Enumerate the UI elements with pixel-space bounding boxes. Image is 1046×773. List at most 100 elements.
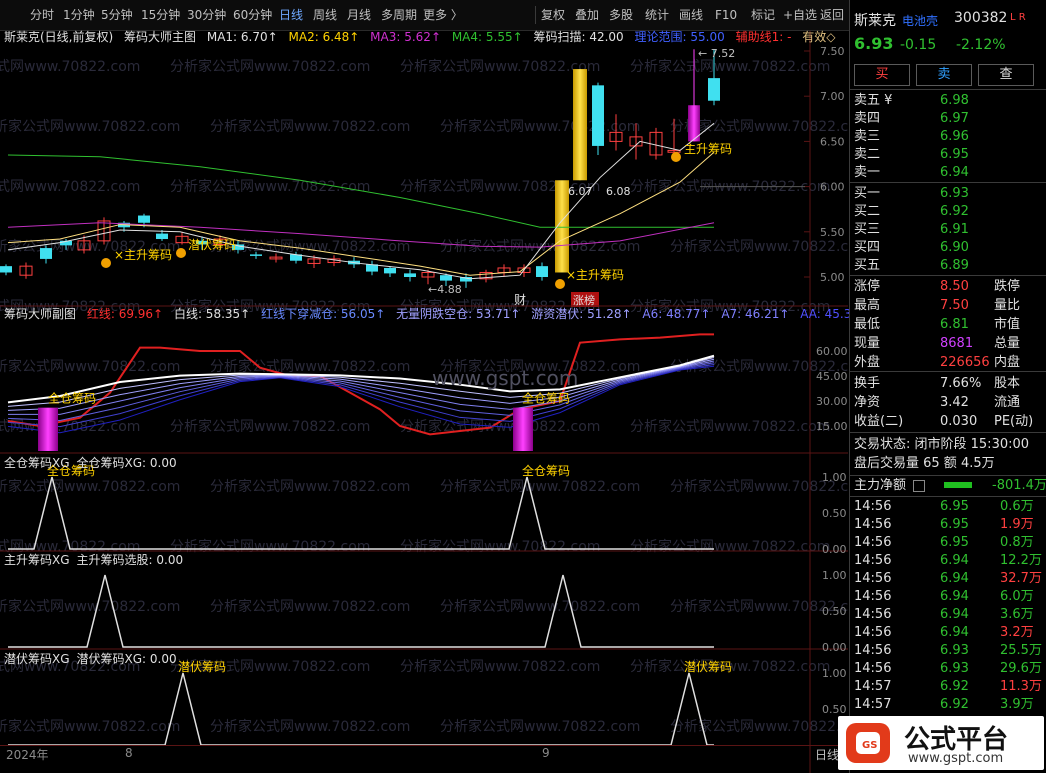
stock-flags: L R bbox=[1010, 12, 1026, 23]
price-change-pct: -2.12% bbox=[956, 37, 1006, 53]
stat-row: 现量 8681 总量 bbox=[854, 335, 1044, 353]
tick-row: 14:56 6.95 0.6万 bbox=[854, 498, 1044, 516]
sell-button[interactable]: 卖 bbox=[916, 64, 972, 86]
tick-time: 14:56 bbox=[854, 517, 892, 532]
stat-value: 226656 bbox=[940, 355, 990, 370]
period-tab-fenshi[interactable]: 分时 bbox=[30, 6, 54, 24]
buy-button[interactable]: 买 bbox=[854, 64, 910, 86]
price-label-608: 6.08 bbox=[606, 185, 631, 198]
stat2-label-right: 流通 bbox=[994, 395, 1021, 410]
ask-level-label: 卖一 bbox=[854, 165, 881, 180]
tick-row: 14:57 6.92 3.9万 bbox=[854, 696, 1044, 714]
xg-peak-label: 全仓筹码 bbox=[522, 463, 570, 478]
indicator-name[interactable]: 筹码大师主图 bbox=[124, 30, 196, 44]
zone-value: 理论范围: 55.00 bbox=[634, 30, 725, 44]
sub-item-1: 白线: 58.35↑ bbox=[173, 307, 251, 321]
bid-level-label: 买二 bbox=[854, 204, 881, 219]
period-tab-weekly[interactable]: 周线 bbox=[313, 6, 337, 24]
stat-label-right: 跌停 bbox=[994, 279, 1021, 294]
tick-time: 14:56 bbox=[854, 499, 892, 514]
price-axis-label: 5.50 bbox=[820, 226, 845, 239]
tick-price: 6.94 bbox=[940, 607, 969, 622]
watermark-text: 分析家公式网www.70822.com bbox=[0, 358, 180, 375]
price-label-607: 6.07 bbox=[568, 185, 593, 198]
xg-name-2[interactable]: 潜伏筹码XG bbox=[4, 652, 70, 666]
stock-period-title: 斯莱克(日线,前复权) bbox=[4, 30, 114, 44]
candle-body bbox=[440, 275, 452, 281]
ask-price: 6.97 bbox=[940, 111, 969, 126]
stats-button[interactable]: 统计 bbox=[645, 6, 669, 24]
date-axis: 2024年 8 9 日线 bbox=[0, 745, 848, 773]
bid-row: 买三 6.91 bbox=[854, 221, 1044, 239]
candle-body bbox=[573, 69, 587, 181]
watermark-text: 分析家公式网www.70822.com bbox=[0, 478, 180, 495]
sub-item-2: 红线下穿减仓: 56.05↑ bbox=[261, 307, 386, 321]
candle-body bbox=[708, 78, 720, 101]
add-watchlist-button[interactable]: +自选 bbox=[783, 6, 817, 24]
multi-stock-button[interactable]: 多股 bbox=[609, 6, 633, 24]
stock-tag[interactable]: 电池壳 bbox=[902, 12, 938, 29]
query-button[interactable]: 查 bbox=[978, 64, 1034, 86]
watermark-text: 分析家公式网www.70822.com bbox=[400, 538, 600, 555]
fq-button[interactable]: 复权 bbox=[541, 6, 565, 24]
main-flow-icon[interactable] bbox=[913, 479, 926, 492]
date-axis-period[interactable]: 日线 bbox=[815, 746, 839, 763]
xg-name-1[interactable]: 主升筹码XG bbox=[4, 553, 70, 567]
watermark-text: 分析家公式网www.70822.com bbox=[400, 658, 600, 675]
xg-axis-label: 1.00 bbox=[822, 667, 847, 680]
stat2-row: 净资 3.42 流通 bbox=[854, 394, 1044, 412]
watermark-text: 分析家公式网www.70822.com bbox=[0, 598, 180, 615]
xg-name-0[interactable]: 全仓筹码XG bbox=[4, 456, 70, 470]
sub-label-qc-1: 全仓筹码 bbox=[48, 391, 96, 406]
stat-value: 8.50 bbox=[940, 279, 969, 294]
period-tab-more[interactable]: 更多 〉 bbox=[423, 6, 463, 24]
bid-row: 买二 6.92 bbox=[854, 203, 1044, 221]
sub-indicator-name[interactable]: 筹码大师副图 bbox=[4, 307, 76, 321]
main-label-qianfu-1: 潜伏筹码 bbox=[188, 238, 236, 252]
tick-price: 6.94 bbox=[940, 553, 969, 568]
period-tab-5min[interactable]: 5分钟 bbox=[101, 6, 133, 24]
stat2-label: 收益(二) bbox=[854, 414, 904, 429]
tick-volume: 3.6万 bbox=[1000, 607, 1034, 622]
candle-body bbox=[592, 85, 604, 146]
back-button[interactable]: 返回 bbox=[820, 6, 844, 24]
period-tab-1min[interactable]: 1分钟 bbox=[63, 6, 95, 24]
sub-item-5: A6: 48.77↑ bbox=[642, 307, 711, 321]
ask-row: 卖三 6.96 bbox=[854, 128, 1044, 146]
period-tab-60min[interactable]: 60分钟 bbox=[233, 6, 272, 24]
period-tab-15min[interactable]: 15分钟 bbox=[141, 6, 180, 24]
tick-time: 14:56 bbox=[854, 589, 892, 604]
coin-marker bbox=[101, 258, 111, 268]
bid-price: 6.92 bbox=[940, 204, 969, 219]
mark-button[interactable]: 标记 bbox=[751, 6, 775, 24]
tick-volume: 12.2万 bbox=[1000, 553, 1042, 568]
tick-volume: 29.6万 bbox=[1000, 661, 1042, 676]
quote-panel: 斯莱克 电池壳 300382 L R 6.93 -0.15 -2.12% 买 卖… bbox=[849, 0, 1046, 773]
overlay-button[interactable]: 叠加 bbox=[575, 6, 599, 24]
scan-value: 筹码扫描: 42.00 bbox=[533, 30, 624, 44]
sub-axis-label: 15.00 bbox=[816, 420, 848, 433]
watermark-text: 分析家公式网www.70822.com bbox=[170, 418, 370, 435]
stat-label-right: 市值 bbox=[994, 317, 1021, 332]
xg-value-2: 潜伏筹码XG: 0.00 bbox=[76, 652, 177, 666]
main-flow-row: 主力净额 -801.4万 bbox=[854, 477, 1046, 495]
ma1-value: MA1: 6.70↑ bbox=[206, 30, 278, 44]
candle-body bbox=[404, 273, 416, 277]
tick-volume: 0.6万 bbox=[1000, 499, 1034, 514]
period-tab-daily[interactable]: 日线 bbox=[279, 6, 303, 24]
watermark-text: 分析家公式网www.70822.com bbox=[630, 58, 830, 75]
period-tab-monthly[interactable]: 月线 bbox=[347, 6, 371, 24]
stat-label: 最低 bbox=[854, 317, 881, 332]
f10-button[interactable]: F10 bbox=[715, 6, 737, 24]
tick-price: 6.93 bbox=[940, 643, 969, 658]
watermark-text: 分析家公式网www.70822.com bbox=[210, 598, 410, 615]
high-price-label: ← 7.52 bbox=[698, 47, 735, 60]
draw-line-button[interactable]: 画线 bbox=[679, 6, 703, 24]
xg-axis-label: 0.50 bbox=[822, 507, 847, 520]
chart-area[interactable]: 分析家公式网www.70822.com 分析家公式网www.70822.com 分析… bbox=[0, 30, 869, 773]
tick-price: 6.92 bbox=[940, 679, 969, 694]
period-tab-multi[interactable]: 多周期 bbox=[381, 6, 417, 24]
tick-time: 14:56 bbox=[854, 661, 892, 676]
ask-level-label: 卖二 bbox=[854, 147, 881, 162]
period-tab-30min[interactable]: 30分钟 bbox=[187, 6, 226, 24]
